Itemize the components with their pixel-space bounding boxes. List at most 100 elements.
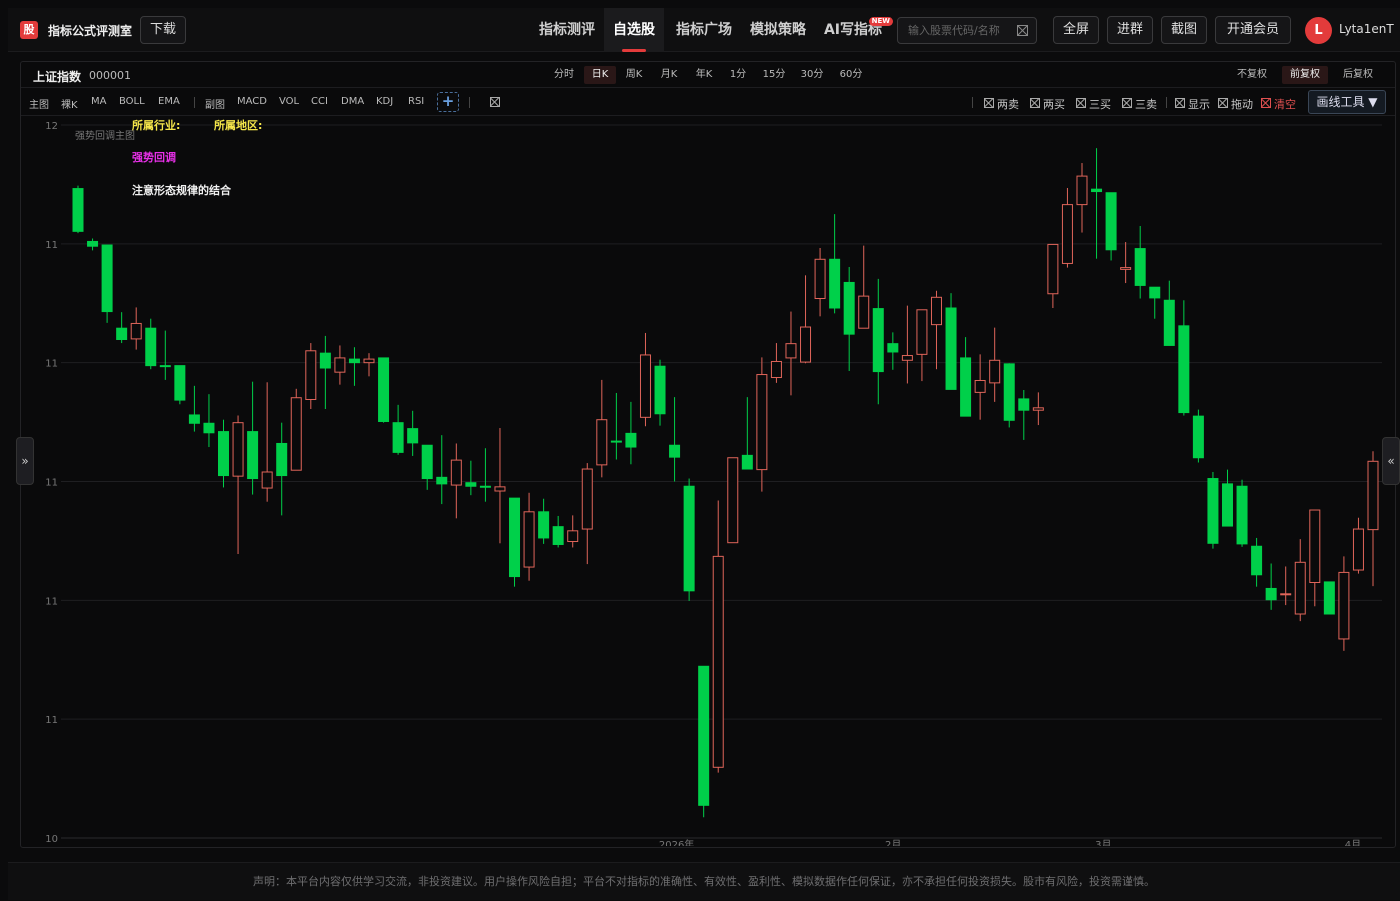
indicator-cci[interactable]: CCI bbox=[311, 96, 328, 107]
download-button[interactable]: 下载 bbox=[140, 16, 186, 44]
main-chart-caption: 强势回调主图 bbox=[75, 131, 135, 142]
option-drag[interactable]: 拖动 bbox=[1218, 96, 1253, 112]
adjust-backward-button[interactable]: 后复权 bbox=[1337, 66, 1379, 84]
divider bbox=[469, 97, 470, 108]
candle-body bbox=[1076, 175, 1088, 206]
nav-item-ai-indicator[interactable]: AI写指标 NEW bbox=[815, 8, 893, 52]
y-tick-label: 11 bbox=[45, 596, 58, 607]
option-three-buy[interactable]: 三买 bbox=[1076, 96, 1111, 112]
candle-body bbox=[1120, 267, 1132, 270]
indicator-boll[interactable]: BOLL bbox=[119, 96, 145, 107]
candle-body bbox=[1018, 398, 1030, 411]
option-show[interactable]: 显示 bbox=[1175, 96, 1210, 112]
disclaimer-footer: 声明：本平台内容仅供学习交流，非投资建议。用户操作风险自担；平台不对指标的准确性… bbox=[8, 862, 1400, 900]
adjust-forward-button[interactable]: 前复权 bbox=[1282, 66, 1328, 84]
fullscreen-button[interactable]: 全屏 bbox=[1053, 16, 1099, 44]
join-group-button[interactable]: 进群 bbox=[1107, 16, 1153, 44]
vip-membership-button[interactable]: 开通会员 bbox=[1215, 16, 1291, 44]
divider bbox=[194, 97, 195, 108]
nav-item-simulated-strategy[interactable]: 模拟策略 bbox=[741, 8, 815, 52]
y-tick-label: 11 bbox=[45, 715, 58, 726]
candle-body bbox=[785, 343, 797, 359]
candle-body bbox=[814, 258, 826, 299]
candle-body bbox=[523, 511, 535, 568]
candle-body bbox=[945, 307, 957, 390]
period-tab-yearly[interactable]: 年K bbox=[688, 66, 720, 84]
candle-body bbox=[1149, 286, 1161, 299]
period-tab-intraday[interactable]: 分时 bbox=[548, 66, 580, 84]
close-subchart-icon[interactable] bbox=[490, 97, 500, 107]
indicator-naked-k[interactable]: 裸K bbox=[61, 96, 78, 111]
candle-body bbox=[770, 360, 782, 379]
indicator-toolbar: 主图 裸K MA BOLL EMA 副图 MACD VOL CCI DMA KD… bbox=[21, 88, 1395, 116]
x-tick-label: 2月 bbox=[885, 839, 901, 846]
candle-body bbox=[698, 665, 710, 806]
stock-search-box[interactable] bbox=[897, 17, 1037, 44]
period-tab-30min[interactable]: 30分 bbox=[796, 66, 828, 84]
candle-body bbox=[479, 485, 491, 488]
period-tab-15min[interactable]: 15分 bbox=[758, 66, 790, 84]
indicator-rsi[interactable]: RSI bbox=[408, 96, 424, 107]
candle-body bbox=[1294, 561, 1306, 615]
nav-item-watchlist[interactable]: 自选股 bbox=[604, 8, 664, 52]
indicator-ema[interactable]: EMA bbox=[158, 96, 180, 107]
candle-body bbox=[392, 422, 404, 453]
candle-body bbox=[1105, 192, 1117, 251]
candle-body bbox=[305, 350, 317, 401]
y-tick-label: 12 bbox=[45, 121, 58, 132]
candle-body bbox=[407, 428, 419, 444]
period-tab-1min[interactable]: 1分 bbox=[724, 66, 752, 84]
option-two-buy[interactable]: 两买 bbox=[1030, 96, 1065, 112]
nav-item-indicator-review[interactable]: 指标测评 bbox=[530, 8, 604, 52]
add-indicator-button[interactable]: + bbox=[437, 92, 459, 112]
screenshot-button[interactable]: 截图 bbox=[1161, 16, 1207, 44]
candle-body bbox=[1221, 483, 1233, 527]
checkbox-icon bbox=[1218, 98, 1228, 108]
indicator-macd[interactable]: MACD bbox=[237, 96, 267, 107]
period-tab-60min[interactable]: 60分 bbox=[835, 66, 867, 84]
candle-body bbox=[683, 485, 695, 592]
clear-search-icon[interactable] bbox=[1017, 25, 1028, 36]
period-tab-daily[interactable]: 日K bbox=[584, 66, 616, 84]
option-clear[interactable]: 清空 bbox=[1261, 96, 1296, 112]
option-three-sell[interactable]: 三卖 bbox=[1122, 96, 1157, 112]
username[interactable]: Lyta1enT bbox=[1339, 22, 1394, 36]
candle-body bbox=[901, 355, 913, 361]
avatar[interactable]: L bbox=[1305, 17, 1332, 44]
period-tab-weekly[interactable]: 周K bbox=[619, 66, 649, 84]
checkbox-icon bbox=[1122, 98, 1132, 108]
expand-left-panel-handle[interactable]: » bbox=[16, 437, 34, 485]
candle-body bbox=[188, 414, 200, 424]
candle-body bbox=[639, 354, 651, 418]
candle-body bbox=[203, 422, 215, 434]
indicator-kdj[interactable]: KDJ bbox=[376, 96, 393, 107]
stock-search-input[interactable] bbox=[908, 24, 1012, 37]
period-tab-monthly[interactable]: 月K bbox=[653, 66, 685, 84]
candle-body bbox=[989, 359, 1001, 384]
candle-body bbox=[421, 444, 433, 480]
expand-right-panel-handle[interactable]: « bbox=[1382, 437, 1400, 485]
y-tick-label: 10 bbox=[45, 834, 58, 845]
candle-body bbox=[552, 526, 564, 545]
candle-body bbox=[654, 365, 666, 415]
candle-body bbox=[960, 357, 972, 417]
nav-item-indicator-plaza[interactable]: 指标广场 bbox=[667, 8, 741, 52]
candlestick-chart[interactable]: 12 11 11 11 11 11 10 2026年 2月 3月 4月 bbox=[20, 116, 1396, 846]
candle-body bbox=[436, 476, 448, 485]
candle-body bbox=[247, 431, 259, 480]
candle-body bbox=[159, 365, 171, 368]
candle-body bbox=[712, 555, 724, 768]
candle-body bbox=[218, 431, 230, 477]
drawing-tools-dropdown[interactable]: 画线工具 ▼ bbox=[1308, 90, 1386, 114]
indicator-dma[interactable]: DMA bbox=[341, 96, 364, 107]
y-tick-label: 11 bbox=[45, 478, 58, 489]
candle-body bbox=[130, 322, 142, 340]
adjust-none-button[interactable]: 不复权 bbox=[1232, 66, 1272, 84]
top-bar: 股 指标公式评测室 下载 指标测评 自选股 指标广场 模拟策略 AI写指标 NEW… bbox=[8, 8, 1400, 52]
candle-body bbox=[581, 468, 593, 530]
indicator-vol[interactable]: VOL bbox=[279, 96, 299, 107]
option-two-sell[interactable]: 两卖 bbox=[984, 96, 1019, 112]
note-label: 注意形态规律的结合 bbox=[132, 184, 231, 197]
indicator-ma[interactable]: MA bbox=[91, 96, 106, 107]
candle-body bbox=[741, 454, 753, 470]
